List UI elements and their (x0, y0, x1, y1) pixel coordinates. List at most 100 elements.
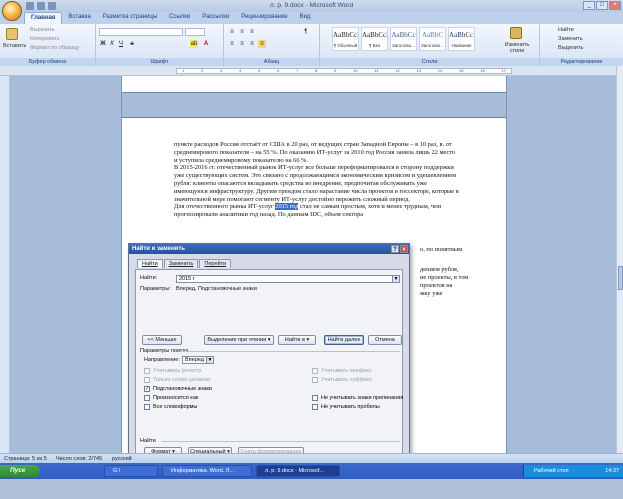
numbering-icon[interactable]: ≡ (238, 28, 246, 36)
taskbar-item-explorer[interactable]: G:\ (104, 465, 158, 477)
tab-review[interactable]: Рецензирование (235, 12, 293, 24)
close-button[interactable]: × (609, 1, 621, 10)
style-title[interactable]: AaBbCcI Название (448, 27, 475, 51)
match-case-checkbox[interactable]: Учитывать регистр (144, 368, 201, 374)
find-history-dropdown-icon[interactable]: ▼ (392, 276, 399, 282)
dialog-close-button[interactable]: × (400, 245, 408, 253)
tab-references[interactable]: Ссылки (163, 12, 196, 24)
change-styles-button[interactable]: Изменить стили (500, 42, 534, 54)
ribbon-tabs: Главная Вставка Разметка страницы Ссылки… (0, 12, 623, 24)
change-styles-icon[interactable] (510, 27, 522, 39)
tab-home[interactable]: Главная (24, 12, 63, 24)
align-left-icon[interactable]: ≡ (228, 40, 236, 48)
office-button[interactable] (2, 1, 22, 21)
wildcards-checkbox[interactable]: ✓ Подстановочные знаки (144, 386, 212, 392)
style-normal[interactable]: AaBbCcDc¶ Обычный (332, 27, 359, 51)
ignore-punctuation-checkbox[interactable]: Не учитывать знаки препинания (312, 395, 403, 401)
checkbox-box (144, 377, 150, 383)
paste-icon[interactable] (6, 28, 18, 40)
direction-select[interactable]: Вперед ▼ (182, 356, 214, 364)
tab-mailings[interactable]: Рассылки (196, 12, 235, 24)
align-center-icon[interactable]: ≡ (238, 40, 246, 48)
tab-find[interactable]: Найти (137, 259, 163, 268)
all-word-forms-checkbox[interactable]: Все словоформы (144, 404, 197, 410)
document-text-tail-4: проектов на (420, 282, 453, 289)
taskbar-item-word[interactable]: л. р. 9.docx - Microsof... (256, 465, 340, 477)
find-next-button[interactable]: Найти далее (324, 335, 364, 345)
vertical-ruler[interactable] (0, 76, 10, 453)
highlight-color-icon[interactable]: ab (190, 40, 198, 48)
chevron-down-icon: ▼ (206, 357, 213, 363)
tab-page-layout[interactable]: Разметка страницы (97, 12, 163, 24)
clock[interactable]: 14:37 (605, 465, 619, 477)
copy-button[interactable]: Копировать (30, 36, 60, 42)
replace-button[interactable]: Заменить (558, 36, 583, 42)
align-right-icon[interactable]: ≡ (248, 40, 256, 48)
clipboard-group: Вставить Вырезать Копировать Формат по о… (0, 24, 96, 66)
font-group-label: Шрифт (96, 58, 223, 66)
find-panel: Найти: 2015 г ▼ Параметры: Вперед, Подст… (135, 269, 403, 459)
scrollbar-thumb[interactable] (618, 266, 623, 290)
checkbox-box (312, 404, 318, 410)
font-color-icon[interactable]: A (202, 40, 210, 48)
dialog-title-bar[interactable]: Найти и заменить ? × (129, 244, 409, 254)
start-button[interactable]: Пуск (0, 465, 40, 477)
whole-word-checkbox[interactable]: Только слово целиком (144, 377, 210, 383)
desktop-toolbar-label[interactable]: Рабочий стол (534, 465, 569, 477)
match-prefix-checkbox[interactable]: Учитывать префикс (312, 368, 372, 374)
reading-highlight-button[interactable]: Выделение при чтении ▾ (204, 335, 274, 345)
ignore-spaces-checkbox[interactable]: Не учитывать пробелы (312, 404, 380, 410)
document-text-tail-1: о, по понятным (420, 246, 463, 253)
style-no-spacing[interactable]: AaBbCcDc¶ Без инте... (361, 27, 388, 51)
cut-button[interactable]: Вырезать (30, 27, 54, 33)
multilevel-list-icon[interactable]: ≡ (248, 28, 256, 36)
select-button[interactable]: Выделить (558, 45, 583, 51)
strikethrough-icon[interactable]: a (128, 40, 136, 48)
horizontal-ruler[interactable]: 1 2 3 4 5 6 7 8 9 10 11 12 13 14 15 16 17 (0, 66, 623, 76)
find-button[interactable]: Найти (558, 27, 574, 33)
bullets-icon[interactable]: ≡ (228, 28, 236, 36)
style-heading-1[interactable]: AaBbCc Заголово... (390, 27, 417, 51)
bold-icon[interactable]: Ж (99, 40, 107, 48)
document-text-tail-2: дением рубля, (420, 266, 459, 273)
less-button[interactable]: << Меньше (142, 335, 182, 345)
find-input[interactable]: 2015 г ▼ (176, 275, 400, 283)
underline-icon[interactable]: Ч (117, 40, 125, 48)
font-name-combo[interactable] (99, 28, 183, 36)
taskbar-item-informatics[interactable]: Информатика. Word. Л... (162, 465, 252, 477)
help-button[interactable]: ? (391, 245, 399, 253)
found-highlight: 2015 год (275, 203, 299, 211)
maximize-button[interactable]: □ (596, 1, 608, 10)
sounds-like-checkbox[interactable]: Произносится как (144, 395, 198, 401)
italic-icon[interactable]: К (108, 40, 116, 48)
page-break-gap (122, 92, 506, 118)
tab-view[interactable]: Вид (294, 12, 317, 24)
checkbox-box (144, 395, 150, 401)
justify-icon[interactable]: ≡ (258, 40, 266, 48)
direction-select-value: Вперед (185, 357, 204, 363)
style-heading-2[interactable]: AaBbC Заголово... (419, 27, 446, 51)
checkbox-box (312, 368, 318, 374)
find-in-button[interactable]: Найти в ▾ (278, 335, 316, 345)
editing-group-label: Редактирование (540, 58, 623, 66)
tab-insert[interactable]: Вставка (62, 12, 96, 24)
match-suffix-checkbox[interactable]: Учитывать суффикс (312, 377, 372, 383)
tab-goto[interactable]: Перейти (199, 259, 232, 268)
checkbox-box (144, 404, 150, 410)
format-painter-button[interactable]: Формат по образцу (30, 45, 79, 51)
paragraph-1: пункте расходов Россия отстаёт от США в … (174, 141, 456, 164)
find-input-value: 2015 г (179, 276, 195, 282)
vertical-scrollbar[interactable] (616, 66, 623, 453)
document-text[interactable]: пункте расходов Россия отстаёт от США в … (174, 141, 460, 219)
cancel-button[interactable]: Отмена (368, 335, 402, 345)
find-section-label: Найти (140, 438, 156, 444)
find-replace-dialog: Найти и заменить ? × Найти Заменить Пере… (128, 243, 410, 465)
font-size-combo[interactable] (185, 28, 205, 36)
dialog-title: Найти и заменить (132, 246, 185, 252)
font-group: Ж К Ч a ab A Шрифт (96, 24, 224, 66)
paste-button[interactable]: Вставить (3, 43, 26, 49)
taskbar: Пуск G:\ Информатика. Word. Л... л. р. 9… (0, 463, 623, 499)
pilcrow-icon[interactable]: ¶ (302, 28, 310, 36)
minimize-button[interactable]: _ (583, 1, 595, 10)
tab-replace[interactable]: Заменить (163, 259, 199, 268)
